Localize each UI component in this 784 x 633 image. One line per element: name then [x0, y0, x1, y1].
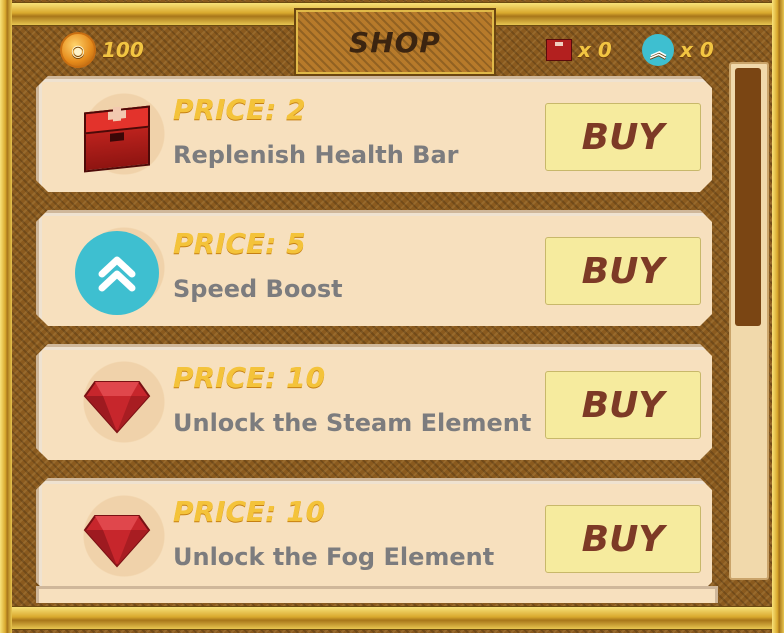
item-price: PRICE: 10 — [173, 361, 326, 394]
item-description: Speed Boost — [173, 275, 343, 303]
shop-item-list: PRICE: 2 Replenish Health Bar BUY PRICE:… — [36, 76, 714, 612]
buy-button[interactable]: BUY — [545, 237, 701, 305]
red-gem-icon — [75, 499, 159, 583]
coin-count: 100 — [102, 38, 144, 62]
shop-item-fog: PRICE: 10 Unlock the Fog Element BUY — [36, 478, 712, 594]
shop-title: SHOP — [296, 10, 494, 74]
health-counter: x 0 — [546, 38, 612, 62]
shop-item-steam: PRICE: 10 Unlock the Steam Element BUY — [36, 344, 712, 460]
speed-boost-icon — [75, 231, 159, 315]
health-kit-icon — [75, 97, 159, 181]
buy-button[interactable]: BUY — [545, 505, 701, 573]
buy-button[interactable]: BUY — [545, 103, 701, 171]
coin-counter: ◉ 100 — [60, 32, 144, 68]
shop-item-speed: PRICE: 5 Speed Boost BUY — [36, 210, 712, 326]
next-shop-item-partial — [36, 586, 718, 603]
item-description: Unlock the Steam Element — [173, 409, 532, 437]
left-frame-bar — [0, 0, 12, 633]
red-gem-icon — [75, 365, 159, 449]
right-frame-bar — [772, 0, 784, 633]
speed-boost-icon: ︽ — [642, 34, 674, 66]
shop-item-health: PRICE: 2 Replenish Health Bar BUY — [36, 76, 712, 192]
speed-count: x 0 — [680, 38, 714, 62]
item-description: Unlock the Fog Element — [173, 543, 495, 571]
scrollbar[interactable] — [729, 62, 769, 580]
item-price: PRICE: 5 — [173, 227, 306, 260]
coin-icon: ◉ — [60, 32, 96, 68]
item-price: PRICE: 10 — [173, 495, 326, 528]
item-description: Replenish Health Bar — [173, 141, 459, 169]
scrollbar-thumb[interactable] — [735, 68, 761, 326]
speed-counter: ︽ x 0 — [642, 34, 714, 66]
buy-button[interactable]: BUY — [545, 371, 701, 439]
item-price: PRICE: 2 — [173, 93, 306, 126]
health-kit-icon — [546, 39, 572, 61]
health-count: x 0 — [578, 38, 612, 62]
